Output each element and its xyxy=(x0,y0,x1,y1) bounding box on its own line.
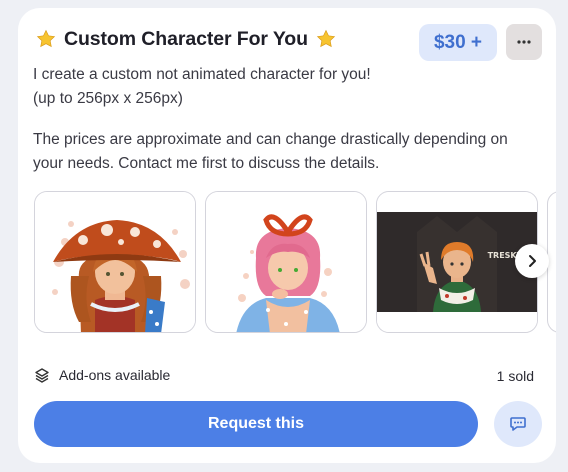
gallery-thumbnail[interactable] xyxy=(34,191,196,333)
request-button[interactable]: Request this xyxy=(34,401,478,447)
ellipsis-icon xyxy=(517,40,531,44)
gallery-next-button[interactable] xyxy=(515,244,549,278)
image-gallery: TRESKY xyxy=(34,191,556,333)
description-line: (up to 256px x 256px) xyxy=(33,90,183,107)
gallery-thumbnail[interactable]: TRESKY xyxy=(376,191,538,333)
thumbnail-image xyxy=(35,192,195,332)
thumbnail-image: TRESKY xyxy=(377,192,537,332)
chat-bubble-icon xyxy=(510,417,526,431)
addons-label: Add-ons available xyxy=(59,367,171,383)
star-icon xyxy=(316,29,336,48)
listing-title: Custom Character For You xyxy=(64,27,308,50)
commission-card: Custom Character For You $30 + I create … xyxy=(18,8,556,463)
chevron-right-icon xyxy=(529,255,536,267)
star-icon xyxy=(36,29,56,48)
message-button[interactable] xyxy=(494,401,542,447)
title-row: Custom Character For You xyxy=(36,26,336,52)
more-options-button[interactable] xyxy=(506,24,542,60)
addons-info: Add-ons available xyxy=(34,367,170,383)
thumbnail-image xyxy=(206,192,366,332)
description-paragraph: The prices are approximate and can chang… xyxy=(33,131,508,172)
sold-count: 1 sold xyxy=(496,368,534,384)
gallery-thumbnail[interactable] xyxy=(205,191,367,333)
description-line: I create a custom not animated character… xyxy=(33,66,371,83)
description-block: I create a custom not animated character… xyxy=(33,63,533,111)
layers-icon xyxy=(35,368,49,383)
price-badge: $30 + xyxy=(419,24,497,61)
